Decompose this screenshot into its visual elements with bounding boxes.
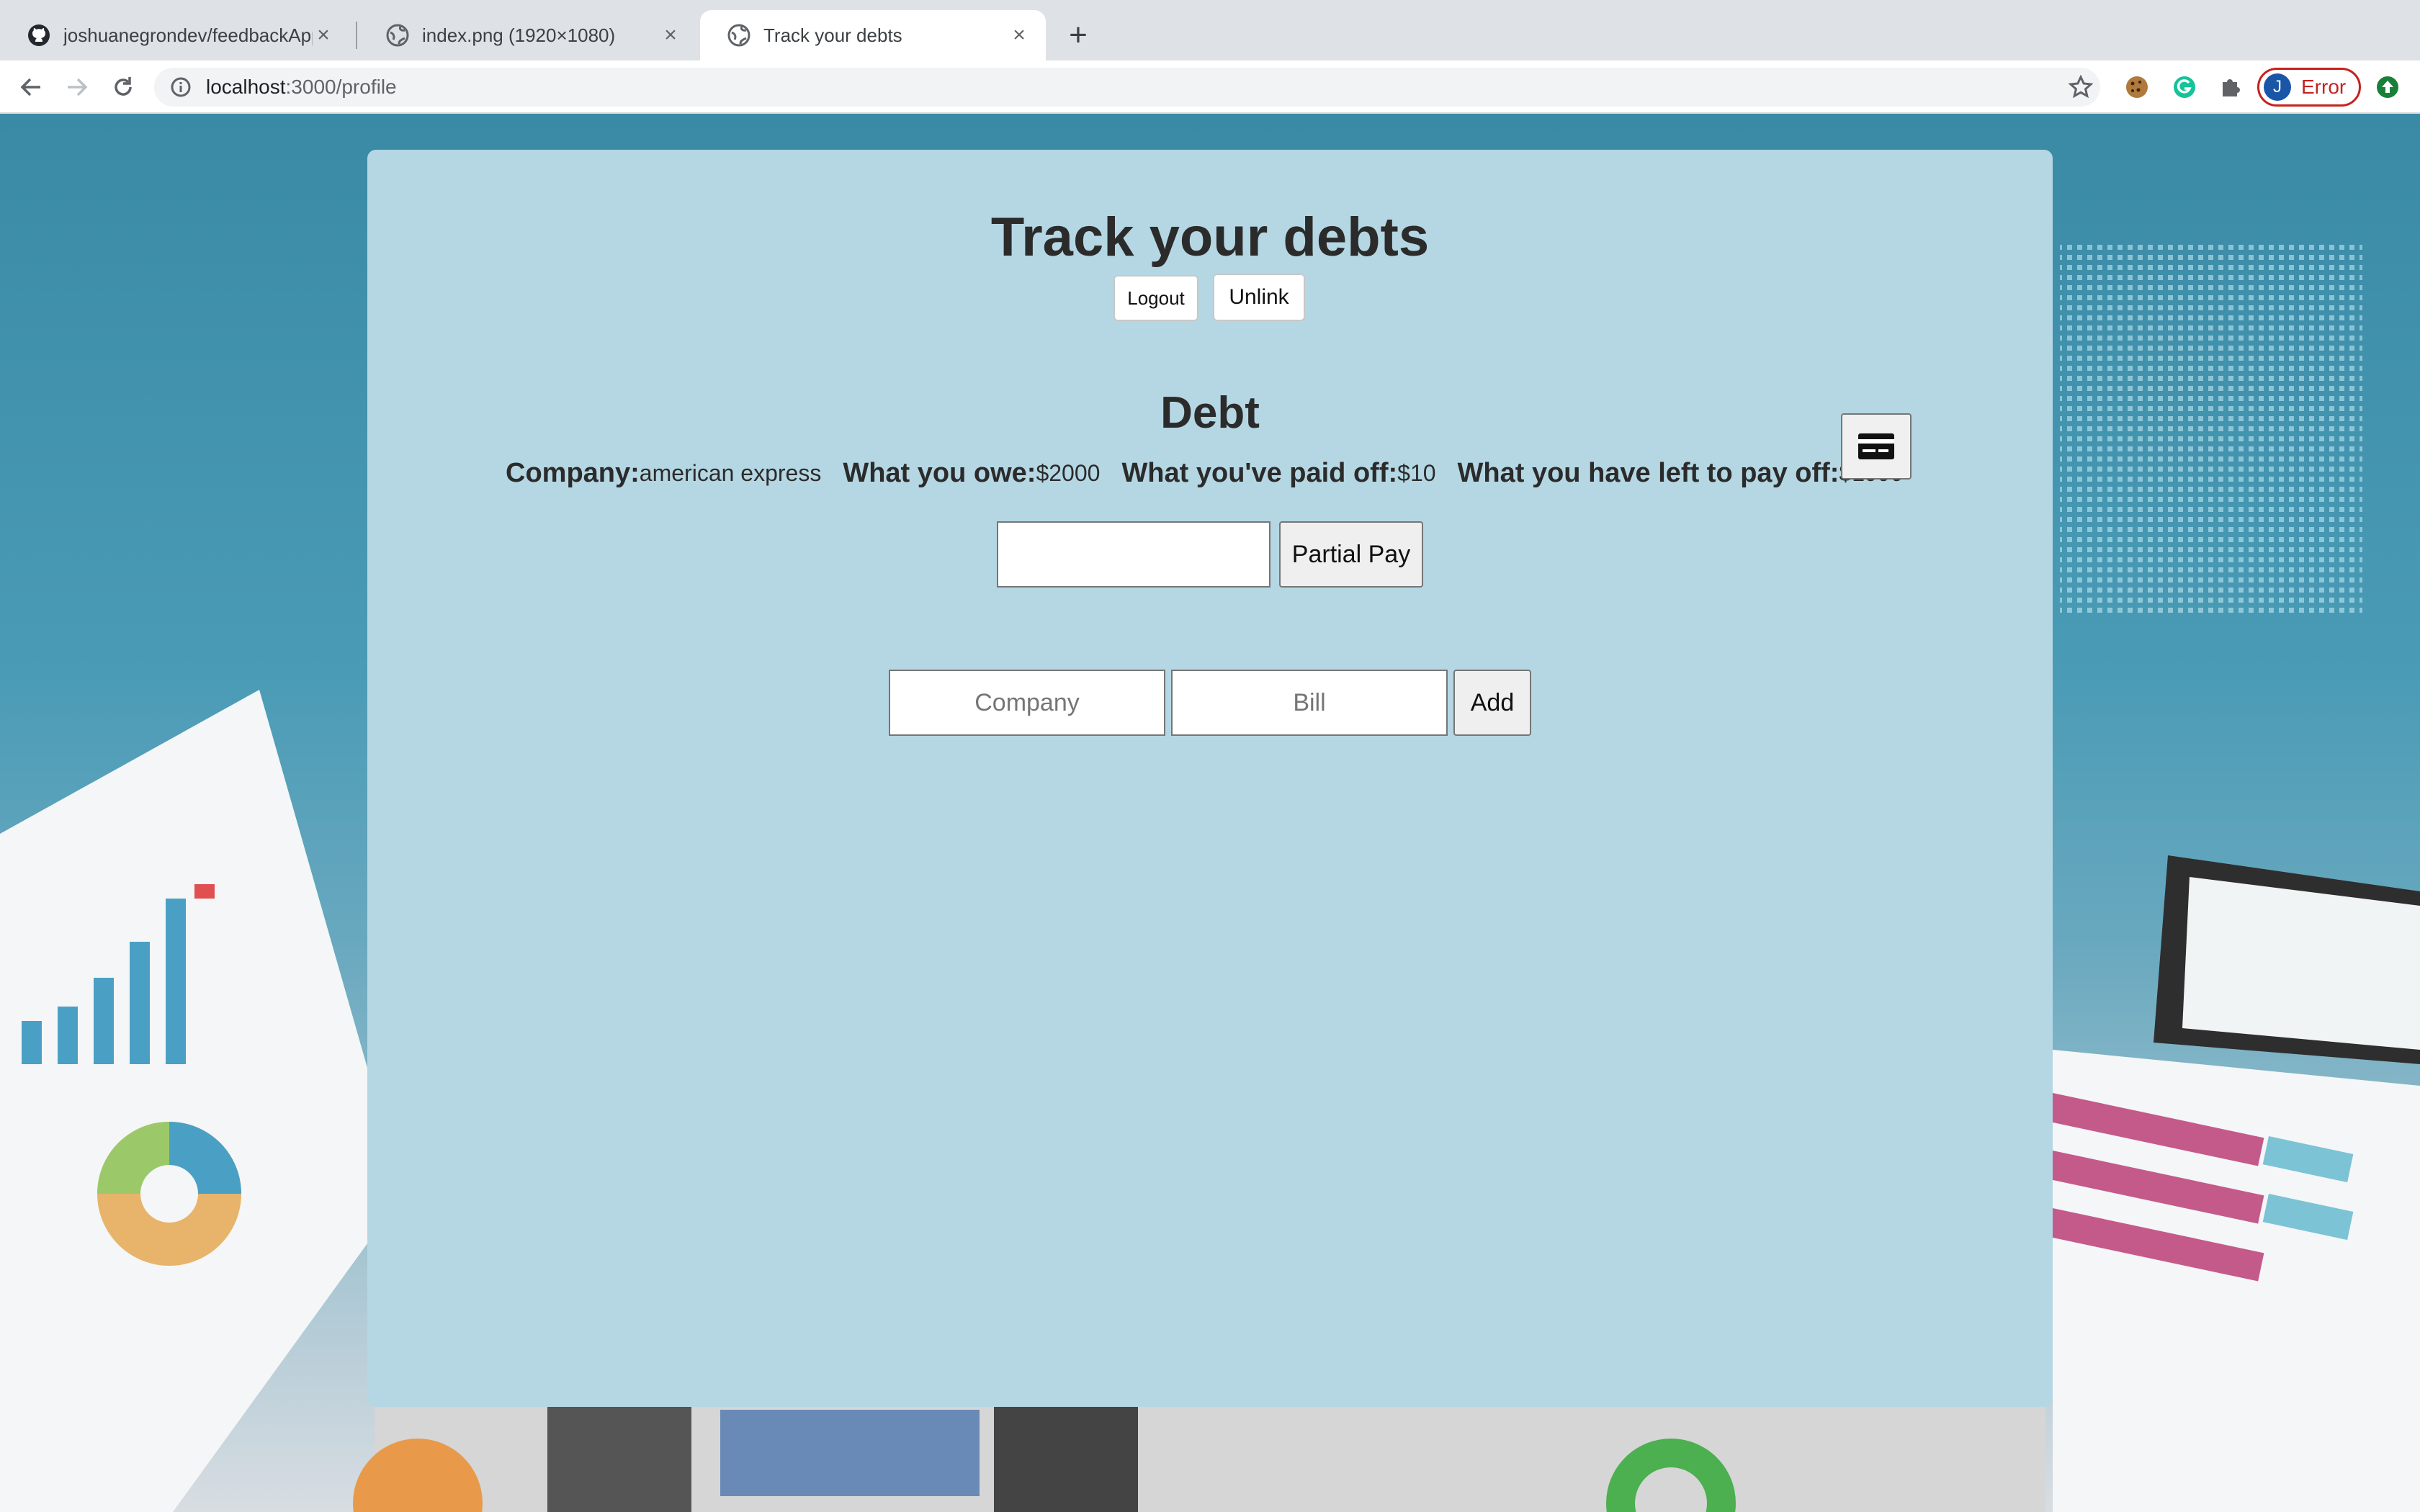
paid-label: What you've paid off:: [1121, 457, 1398, 488]
left-label: What you have left to pay off:: [1457, 457, 1839, 488]
avatar: J: [2264, 73, 2291, 101]
partial-pay-input[interactable]: [997, 521, 1270, 588]
section-title-debt: Debt: [1160, 388, 1260, 438]
github-icon: [28, 24, 50, 46]
add-button[interactable]: Add: [1453, 670, 1531, 736]
info-icon[interactable]: [170, 76, 192, 98]
company-input[interactable]: [889, 670, 1165, 736]
back-button[interactable]: [13, 69, 49, 105]
tab-title: Track your debts: [763, 24, 902, 46]
paid-value: $10: [1397, 459, 1436, 486]
reload-button[interactable]: [105, 69, 141, 105]
cookie-extension-icon[interactable]: [2122, 72, 2152, 102]
page-viewport: Track your debts Logout Unlink Debt Comp…: [0, 114, 2420, 1512]
close-icon[interactable]: ×: [1008, 23, 1030, 47]
profile-button[interactable]: J Error: [2257, 68, 2361, 107]
reload-icon: [115, 77, 132, 96]
partial-pay-button[interactable]: Partial Pay: [1279, 521, 1423, 588]
logout-button[interactable]: Logout: [1113, 275, 1198, 321]
company-label: Company:: [506, 457, 640, 488]
debt-tracker-panel: Track your debts Logout Unlink Debt Comp…: [367, 150, 2053, 1407]
forward-button[interactable]: [59, 69, 95, 105]
grammarly-icon[interactable]: [2169, 72, 2200, 102]
credit-card-icon: [1858, 433, 1894, 459]
bill-input[interactable]: [1171, 670, 1448, 736]
close-icon[interactable]: ×: [660, 23, 681, 47]
tab-track-your-debts[interactable]: Track your debts ×: [700, 10, 1046, 60]
url-text: localhost:3000/profile: [206, 76, 397, 99]
arrow-right-icon: [68, 78, 88, 96]
new-tab-button[interactable]: +: [1060, 17, 1096, 53]
close-icon[interactable]: ×: [313, 23, 334, 47]
globe-icon: [386, 24, 409, 47]
address-bar[interactable]: localhost:3000/profile: [154, 68, 2100, 107]
arrow-left-icon: [20, 78, 40, 96]
globe-icon: [727, 24, 750, 47]
owe-label: What you owe:: [843, 457, 1036, 488]
tab-title: index.png (1920×1080): [422, 24, 616, 46]
pay-card-button[interactable]: [1841, 413, 1912, 480]
bookmark-star-icon[interactable]: [2066, 72, 2096, 102]
page-title: Track your debts: [990, 207, 1430, 268]
tab-index-png[interactable]: index.png (1920×1080) ×: [359, 10, 697, 60]
debt-entry: Company: american express What you owe: …: [506, 451, 1924, 495]
browser-toolbar: localhost:3000/profile J Error: [0, 60, 2420, 114]
tab-title: joshuanegrondev/feedbackApp: [63, 24, 313, 46]
company-value: american express: [639, 459, 822, 486]
owe-value: $2000: [1036, 459, 1101, 486]
extensions-puzzle-icon[interactable]: [2215, 72, 2246, 102]
unlink-button[interactable]: Unlink: [1213, 274, 1305, 321]
profile-status: Error: [2301, 76, 2347, 98]
tab-separator: [356, 22, 357, 49]
update-icon[interactable]: [2372, 72, 2403, 102]
tab-github[interactable]: joshuanegrondev/feedbackApp ×: [0, 10, 350, 60]
tab-strip: joshuanegrondev/feedbackApp × index.png …: [0, 0, 2420, 60]
url-host: localhost: [206, 76, 286, 98]
url-path: :3000/profile: [285, 76, 397, 98]
